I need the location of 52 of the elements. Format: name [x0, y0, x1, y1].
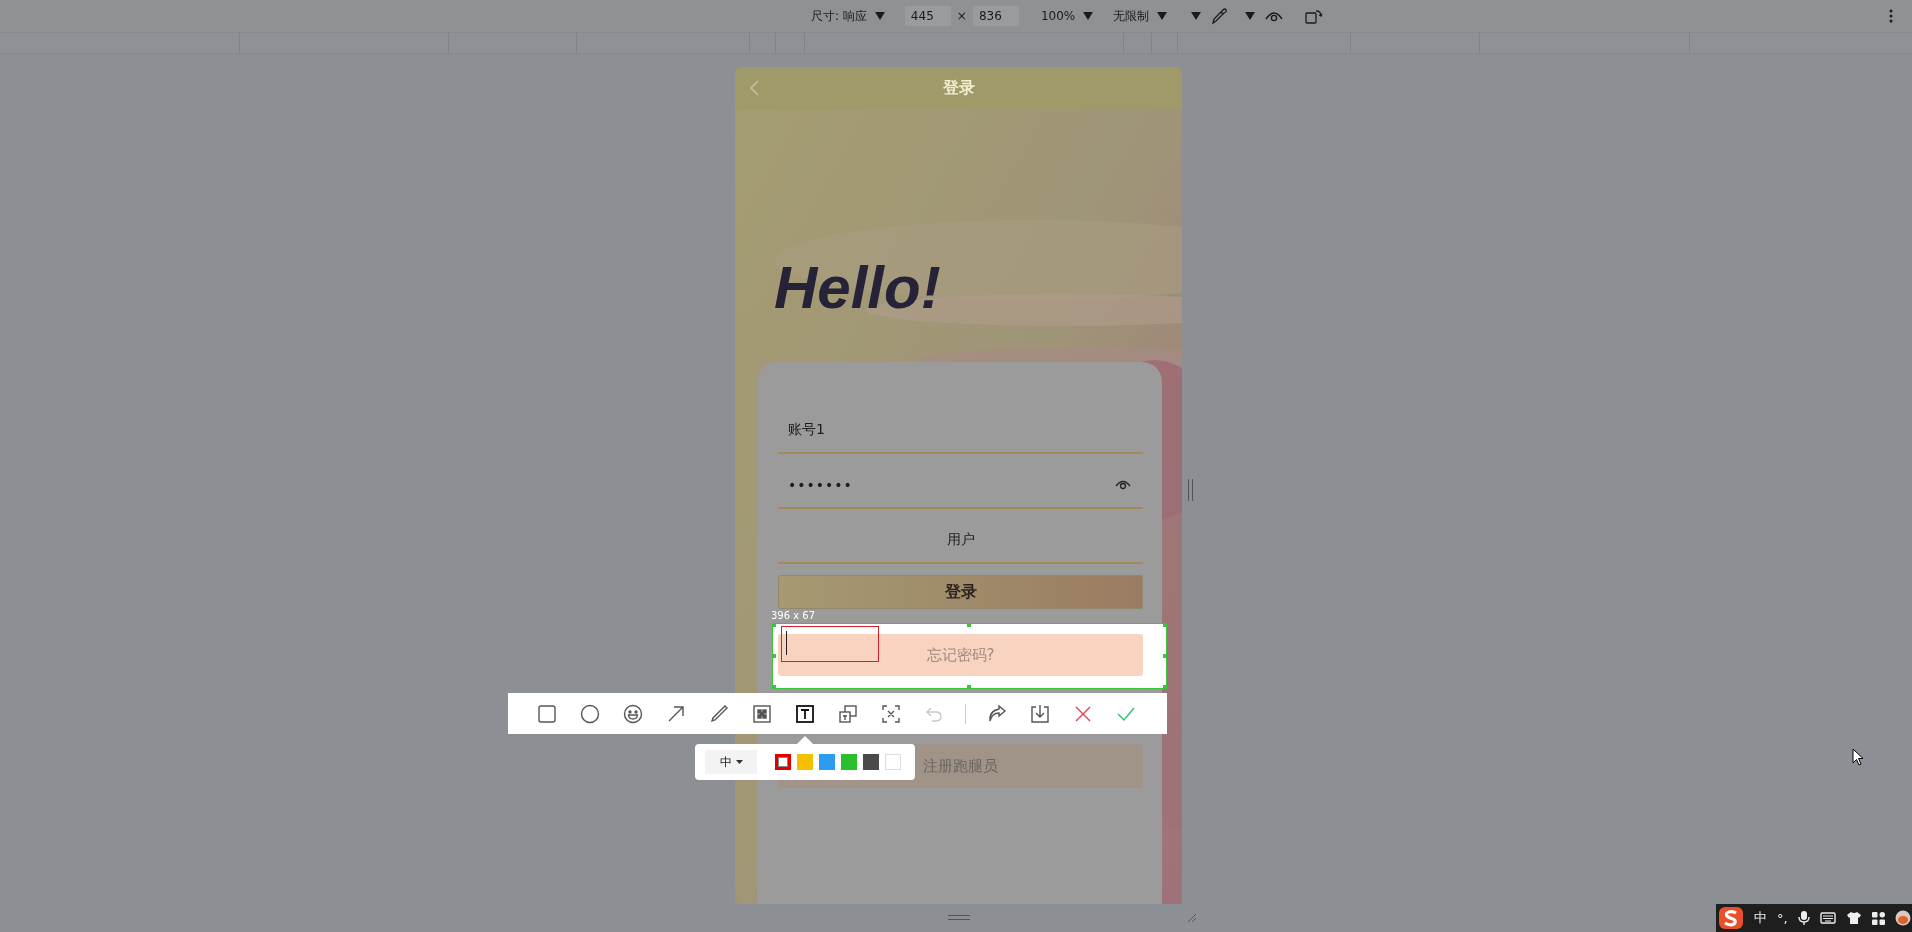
- mouse-cursor-icon: [1852, 748, 1864, 766]
- times-sign: ×: [956, 9, 967, 23]
- password-field[interactable]: •••••••: [778, 463, 1143, 509]
- color-swatch[interactable]: [885, 754, 901, 770]
- ime-logo-icon[interactable]: [1718, 906, 1744, 930]
- zoom-dropdown[interactable]: 100%: [1040, 9, 1076, 23]
- microphone-icon[interactable]: [1797, 910, 1810, 926]
- dimension-dropdown[interactable]: 尺寸: 响应: [811, 7, 867, 25]
- color-swatch[interactable]: [863, 754, 879, 770]
- page-title: 登录: [942, 78, 975, 99]
- selection-size-label: 396 x 67: [771, 610, 816, 622]
- grid-icon[interactable]: [1871, 911, 1885, 925]
- resize-handle[interactable]: [1188, 479, 1193, 501]
- height-field[interactable]: 836: [972, 6, 1019, 26]
- keyboard-icon[interactable]: [1819, 912, 1836, 924]
- rotate-icon[interactable]: [1305, 8, 1324, 24]
- caret-icon[interactable]: [1245, 12, 1256, 20]
- color-swatch[interactable]: [841, 754, 857, 770]
- avatar-icon[interactable]: [1894, 910, 1911, 926]
- throttle-dropdown[interactable]: 无限制: [1113, 7, 1150, 25]
- circle-icon[interactable]: [579, 702, 601, 725]
- more-icon[interactable]: [1889, 9, 1893, 23]
- caret-icon[interactable]: [1191, 12, 1202, 20]
- smiley-icon[interactable]: [622, 702, 644, 725]
- caret-icon[interactable]: [1157, 12, 1168, 20]
- eye-icon[interactable]: [1265, 10, 1284, 22]
- greeting-heading: Hello!: [774, 254, 941, 322]
- width-field[interactable]: 445: [904, 6, 951, 26]
- download-icon[interactable]: [1029, 702, 1051, 725]
- translate-icon[interactable]: [837, 702, 859, 725]
- caret-icon[interactable]: [1083, 12, 1094, 20]
- pen-icon[interactable]: [708, 702, 730, 725]
- role-picker[interactable]: 用户: [778, 518, 1143, 564]
- text-icon[interactable]: [794, 702, 816, 725]
- color-swatch[interactable]: [819, 754, 835, 770]
- eyedropper-icon[interactable]: [1211, 7, 1228, 25]
- caret-icon: [735, 760, 743, 764]
- resize-handle[interactable]: [948, 915, 970, 920]
- color-swatch[interactable]: [775, 754, 791, 770]
- eye-icon[interactable]: [1115, 479, 1131, 491]
- font-size-dropdown[interactable]: 中: [705, 750, 757, 774]
- mosaic-icon[interactable]: [751, 702, 773, 725]
- scan-icon[interactable]: [880, 702, 902, 725]
- text-input-field[interactable]: [781, 626, 879, 662]
- account-field[interactable]: 账号1: [778, 408, 1143, 454]
- punctuation-toggle[interactable]: °,: [1777, 910, 1788, 926]
- ime-mode-toggle[interactable]: 中: [1754, 909, 1767, 927]
- shirt-icon[interactable]: [1845, 911, 1862, 925]
- login-button[interactable]: 登录: [778, 575, 1143, 609]
- caret-icon[interactable]: [874, 12, 885, 20]
- color-swatch[interactable]: [797, 754, 813, 770]
- rectangle-icon[interactable]: [536, 702, 558, 725]
